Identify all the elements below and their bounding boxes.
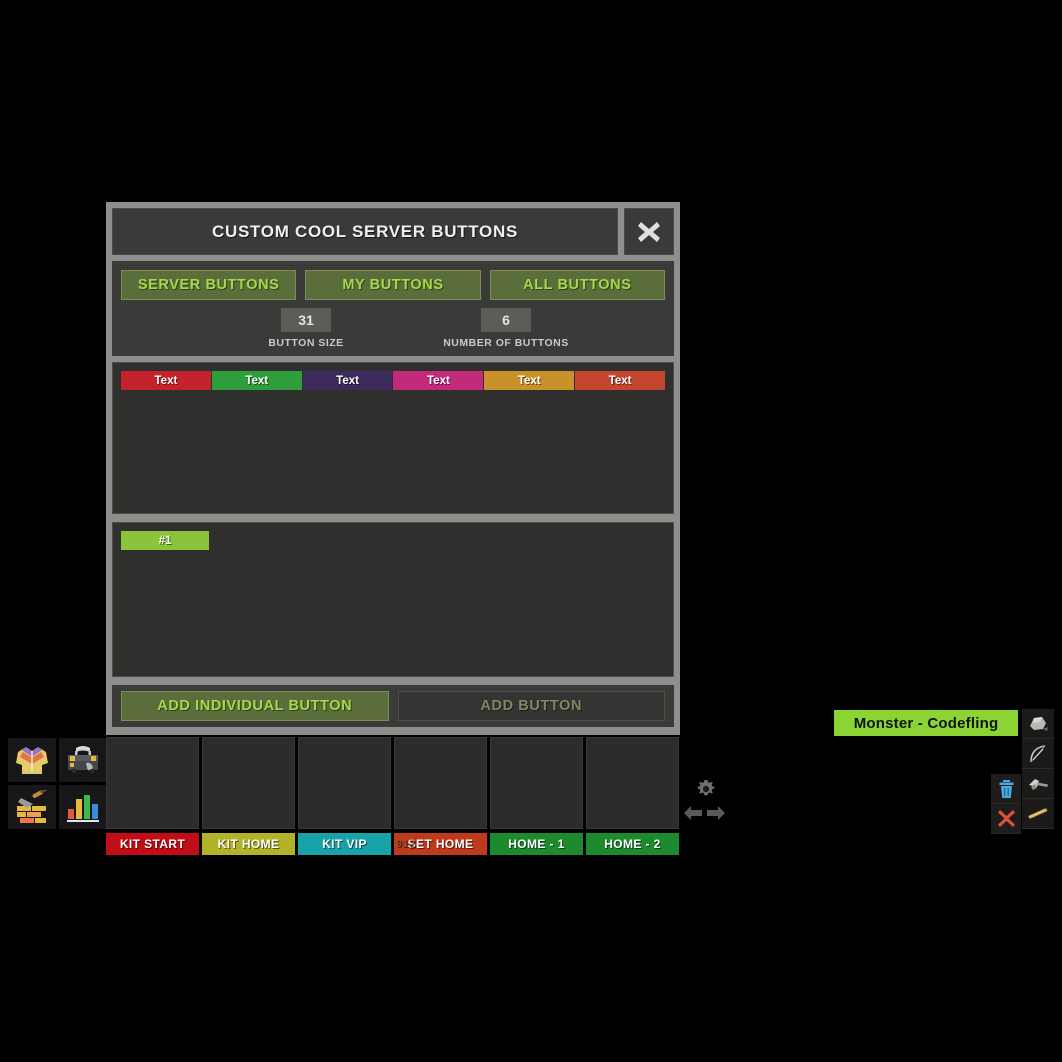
number-of-buttons-label: NUMBER OF BUTTONS [443,337,569,349]
close-button[interactable] [624,208,674,255]
color-button-label: Text [517,374,541,387]
toolbox-slot[interactable] [59,738,107,782]
bow-icon [1030,744,1046,762]
numbered-button[interactable]: #1 [121,531,209,550]
right-extra-actions [991,774,1021,834]
hud-settings-cluster [683,778,731,826]
add-button-label: ADD BUTTON [480,698,583,714]
hud-slot[interactable] [298,737,391,829]
hud-slot[interactable] [394,737,487,829]
hud-button-kit-vip[interactable]: KIT VIP [298,833,391,855]
hud-slot[interactable] [586,737,679,829]
bar-chart-icon [67,795,99,822]
dialog-header: CUSTOM COOL SERVER BUTTONS [112,208,674,255]
color-button-label: Text [336,374,359,387]
color-button[interactable]: Text [484,371,575,390]
item-slot-hammer[interactable] [1022,769,1054,799]
numbered-button-row: #1 [121,531,665,550]
rock-icon [1030,716,1048,731]
item-slot-rock[interactable] [1022,709,1054,739]
tab-all-buttons-label: ALL BUTTONS [523,277,632,293]
dialog-title-bar: CUSTOM COOL SERVER BUTTONS [112,208,618,255]
color-button-label: Text [245,374,269,387]
item-hotbar-strip [1022,709,1054,829]
toolbox-icon [68,746,98,773]
custom-server-buttons-dialog: CUSTOM COOL SERVER BUTTONS SERVER BUTTON… [106,202,680,735]
hud-button-kit-home[interactable]: KIT HOME [202,833,295,855]
trash-icon [999,779,1013,798]
tab-my-buttons[interactable]: MY BUTTONS [305,270,481,300]
hud-button-label: KIT VIP [322,837,367,851]
settings-fields: 31 BUTTON SIZE 6 NUMBER OF BUTTONS [121,308,665,349]
hud-label-row: KIT START KIT HOME KIT VIP 912 SET HOME … [106,833,679,855]
trash-button[interactable] [991,774,1021,804]
close-icon [638,221,660,242]
hud-slot-row [106,737,679,829]
hud-button-set-home[interactable]: 912 SET HOME [394,833,487,855]
color-button-row: Text Text Text Text Text Text [121,371,665,390]
tab-my-buttons-label: MY BUTTONS [342,277,444,293]
hud-slot[interactable] [490,737,583,829]
player-name-tag: Monster - Codefling [834,710,1018,736]
remove-button[interactable] [991,804,1021,834]
hud-button-label: SET HOME [407,837,474,851]
dialog-footer: ADD INDIVIDUAL BUTTON ADD BUTTON [112,685,674,727]
hud-ghost-number: 912 [396,838,416,850]
tab-all-buttons[interactable]: ALL BUTTONS [489,270,665,300]
number-of-buttons-input[interactable]: 6 [481,308,531,332]
my-buttons-list-panel: #1 [112,522,674,677]
player-name-label: Monster - Codefling [853,714,999,732]
hud-button-label: HOME - 2 [604,837,661,851]
dialog-controls-block: SERVER BUTTONS MY BUTTONS ALL BUTTONS 31… [112,261,674,356]
hud-slot[interactable] [106,737,199,829]
gear-icon [697,780,715,796]
hud-button-home-2[interactable]: HOME - 2 [586,833,679,855]
item-slot-stick[interactable] [1022,799,1054,829]
arrow-right-icon [707,806,725,820]
color-button-label: Text [154,374,178,387]
arrow-left-icon [684,806,702,820]
button-size-field-group: 31 BUTTON SIZE [221,308,391,349]
bar-chart-slot[interactable] [59,785,107,829]
tab-server-buttons-label: SERVER BUTTONS [137,277,280,293]
next-page-button[interactable] [706,804,726,827]
bricks-trowel-slot[interactable] [8,785,56,829]
hud-button-label: KIT HOME [217,837,280,851]
hud-bar: KIT START KIT HOME KIT VIP 912 SET HOME … [106,737,679,857]
stick-icon [1028,807,1048,819]
hud-button-label: HOME - 1 [508,837,565,851]
server-buttons-list-panel: Text Text Text Text Text Text [112,362,674,514]
color-button[interactable]: Text [393,371,484,390]
jacket-slot[interactable] [8,738,56,782]
gear-button[interactable] [695,778,717,805]
color-button[interactable]: Text [211,371,302,390]
add-button[interactable]: ADD BUTTON [397,691,665,721]
button-size-label: BUTTON SIZE [268,337,344,349]
red-x-icon [997,810,1015,827]
hud-slot[interactable] [202,737,295,829]
button-size-input[interactable]: 31 [281,308,331,332]
color-button-label: Text [608,374,632,387]
add-individual-button[interactable]: ADD INDIVIDUAL BUTTON [121,691,389,721]
tab-bar: SERVER BUTTONS MY BUTTONS ALL BUTTONS [121,270,665,300]
color-button-label: Text [427,374,450,387]
tab-server-buttons[interactable]: SERVER BUTTONS [121,270,297,300]
jacket-icon [16,747,48,774]
hammer-icon [1029,778,1048,790]
hud-button-home-1[interactable]: HOME - 1 [490,833,583,855]
color-button[interactable]: Text [302,371,393,390]
numbered-button-label: #1 [158,534,172,547]
item-slot-bow[interactable] [1022,739,1054,769]
page-title: CUSTOM COOL SERVER BUTTONS [212,221,518,241]
hud-button-kit-start[interactable]: KIT START [106,833,199,855]
color-button[interactable]: Text [121,371,211,390]
bricks-trowel-icon [17,790,48,823]
number-of-buttons-field-group: 6 NUMBER OF BUTTONS [391,308,621,349]
previous-page-button[interactable] [683,804,703,827]
color-button[interactable]: Text [575,371,665,390]
left-icon-grid [8,738,108,830]
hud-button-label: KIT START [119,837,186,851]
add-individual-button-label: ADD INDIVIDUAL BUTTON [157,698,353,714]
